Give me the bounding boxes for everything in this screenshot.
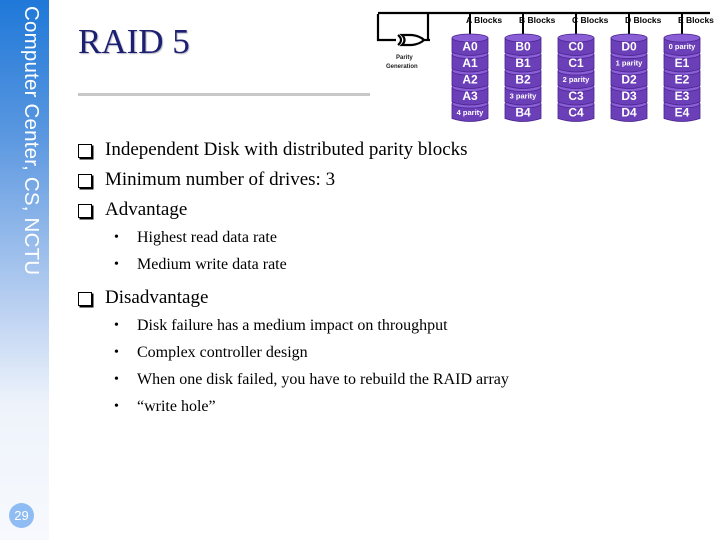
parity-label: Parity bbox=[396, 55, 413, 61]
data-block-label: D3 bbox=[621, 89, 637, 103]
data-block-label: E4 bbox=[675, 106, 690, 120]
data-block-label: D4 bbox=[621, 106, 637, 120]
sub-bullet-text: Disk failure has a medium impact on thro… bbox=[137, 317, 448, 334]
bullet-text: Independent Disk with distributed parity… bbox=[105, 139, 468, 160]
data-block-label: D0 bbox=[621, 40, 637, 54]
parity-block-label: 1 parity bbox=[616, 59, 644, 68]
dot-bullet-icon: • bbox=[114, 230, 119, 245]
data-block-label: D2 bbox=[621, 73, 637, 87]
disk-stack: B Blocks B0 B1 B2 3 parity B4 bbox=[504, 13, 556, 122]
dot-bullet-icon: • bbox=[114, 318, 119, 333]
raid5-diagram: Parity Generation A Blocks A0 A1 A2 A3 4 pari… bbox=[376, 11, 714, 122]
sub-bullet-text: Highest read data rate bbox=[137, 229, 277, 246]
parity-block-label: 0 parity bbox=[669, 42, 697, 51]
checkbox-bullet-icon bbox=[78, 292, 92, 306]
disk-block-top bbox=[663, 33, 701, 43]
parity-block-label: 2 parity bbox=[563, 75, 591, 84]
data-block-label: B4 bbox=[515, 106, 531, 120]
data-block-label: C4 bbox=[568, 106, 584, 120]
slide-title: RAID 5 bbox=[78, 22, 190, 61]
sidebar-label: Computer Center, CS, NCTU bbox=[20, 6, 43, 276]
checkbox-bullet-icon bbox=[78, 144, 92, 158]
data-block-label: A0 bbox=[462, 40, 478, 54]
bullet-text: Minimum number of drives: 3 bbox=[105, 169, 336, 190]
generation-label: Generation bbox=[386, 64, 418, 70]
disk-stack: D Blocks D0 1 parity D2 D3 D4 bbox=[610, 13, 662, 122]
data-block-label: E3 bbox=[675, 89, 690, 103]
dot-bullet-icon: • bbox=[114, 345, 119, 360]
dot-bullet-icon: • bbox=[114, 372, 119, 387]
disk-stack: E Blocks 0 parity E1 E2 E3 E4 bbox=[663, 13, 714, 122]
disk-label: C Blocks bbox=[572, 15, 609, 25]
disk-stack: A Blocks A0 A1 A2 A3 4 parity bbox=[451, 13, 502, 122]
checkbox-bullet-icon bbox=[78, 174, 92, 188]
data-block-label: C3 bbox=[568, 89, 584, 103]
data-block-label: E2 bbox=[675, 73, 690, 87]
dot-bullet-icon: • bbox=[114, 257, 119, 272]
page-number: 29 bbox=[9, 503, 34, 528]
bullet-text: Advantage bbox=[105, 199, 188, 220]
parity-block-label: 3 parity bbox=[510, 92, 538, 101]
disk-label: E Blocks bbox=[678, 15, 714, 25]
data-block-label: A3 bbox=[462, 89, 478, 103]
dot-bullet-icon: • bbox=[114, 399, 119, 414]
data-block-label: E1 bbox=[675, 56, 690, 70]
disk-label: A Blocks bbox=[466, 15, 502, 25]
data-block-label: B0 bbox=[515, 40, 531, 54]
disk-stack: C Blocks C0 C1 2 parity C3 C4 bbox=[557, 13, 609, 122]
sub-bullet-text: “write hole” bbox=[137, 398, 216, 415]
disk-label: B Blocks bbox=[519, 15, 556, 25]
title-divider bbox=[78, 93, 370, 96]
data-block-label: A2 bbox=[462, 73, 478, 87]
sub-bullet-text: When one disk failed, you have to rebuil… bbox=[137, 371, 509, 388]
checkbox-bullet-icon bbox=[78, 204, 92, 218]
data-block-label: B1 bbox=[515, 56, 531, 70]
sub-bullet-text: Complex controller design bbox=[137, 344, 308, 361]
data-block-label: C0 bbox=[568, 40, 584, 54]
parity-block-label: 4 parity bbox=[457, 108, 485, 117]
bullet-text: Disadvantage bbox=[105, 287, 209, 308]
sub-bullet-text: Medium write data rate bbox=[137, 256, 287, 273]
sidebar: Computer Center, CS, NCTU 29 bbox=[0, 0, 49, 540]
data-block-label: B2 bbox=[515, 73, 531, 87]
data-block-label: C1 bbox=[568, 56, 584, 70]
data-block-label: A1 bbox=[462, 56, 478, 70]
disk-label: D Blocks bbox=[625, 15, 662, 25]
